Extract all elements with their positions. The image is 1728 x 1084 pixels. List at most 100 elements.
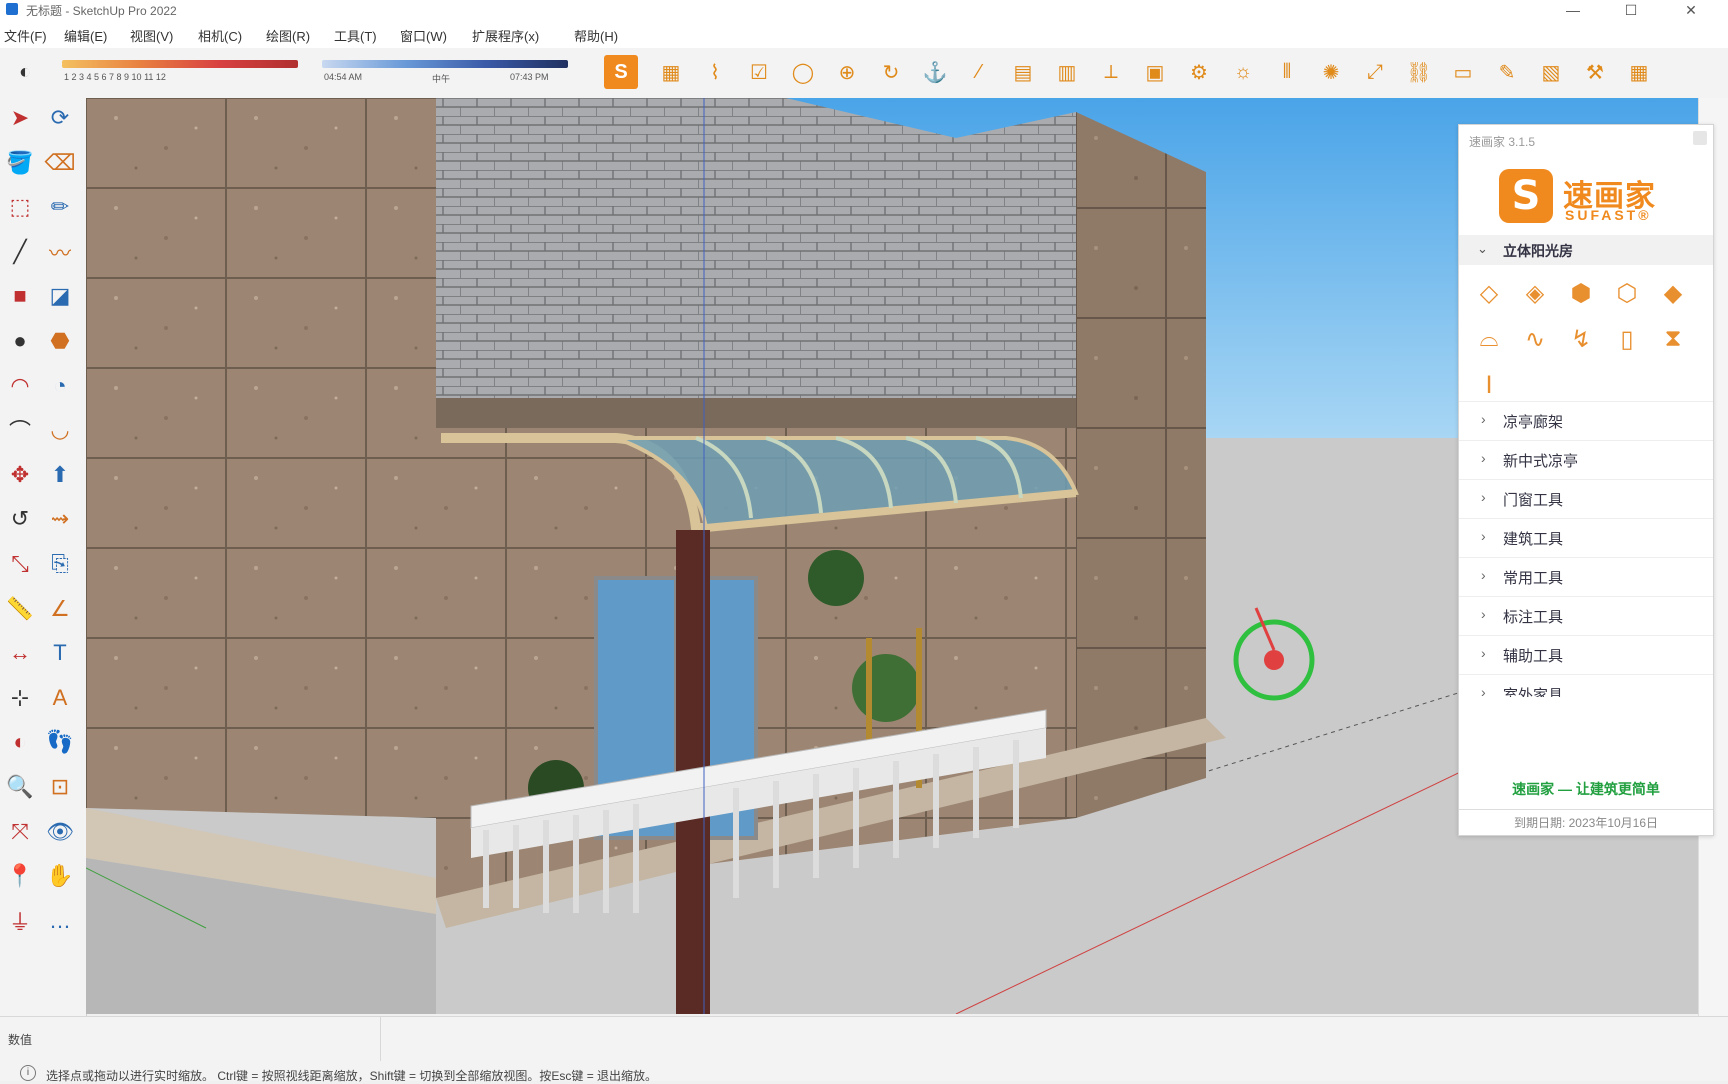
orbit-icon[interactable]: ⟳ xyxy=(42,100,78,136)
panel-item-building[interactable]: › 建筑工具 xyxy=(1459,518,1713,557)
menu-tools[interactable]: 工具(T) xyxy=(334,26,377,45)
look-around-icon[interactable]: 👁 xyxy=(42,814,78,850)
paint-bucket-icon[interactable]: 🪣 xyxy=(2,145,38,181)
3dtext-icon[interactable]: A xyxy=(42,680,78,716)
scale-icon[interactable]: ⤡ xyxy=(2,546,38,582)
footprint-icon[interactable]: ⏚ xyxy=(2,903,38,939)
line-icon[interactable]: ╱ xyxy=(2,234,38,270)
eraser-icon[interactable]: ⌫ xyxy=(42,145,78,181)
text-icon[interactable]: T xyxy=(42,635,78,671)
curve-icon[interactable]: ☑ xyxy=(742,55,776,89)
follow-me-icon[interactable]: ⇝ xyxy=(42,501,78,537)
zoom-icon[interactable]: ↻ xyxy=(874,55,908,89)
roof-curve-icon[interactable]: ⌓ xyxy=(1469,319,1509,359)
menu-window[interactable]: 窗口(W) xyxy=(400,26,447,45)
gear-icon[interactable]: ☼ xyxy=(1226,55,1260,89)
layers-icon[interactable]: ⚒ xyxy=(1578,55,1612,89)
axes-icon[interactable]: ▣ xyxy=(1138,55,1172,89)
circle-icon[interactable]: ⊕ xyxy=(830,55,864,89)
roof-panel-icon[interactable]: ◇ xyxy=(1469,273,1509,313)
select-icon[interactable]: ➤ xyxy=(2,100,38,136)
roof-slope-icon[interactable]: ◈ xyxy=(1515,273,1555,313)
menu-camera[interactable]: 相机(C) xyxy=(198,26,242,45)
roof-flat-icon[interactable]: ⬡ xyxy=(1607,273,1647,313)
push-pull-icon[interactable]: ⬆ xyxy=(42,457,78,493)
rotated-rect-icon[interactable]: ◪ xyxy=(42,278,78,314)
rectangle-icon[interactable]: ■ xyxy=(2,278,38,314)
menu-view[interactable]: 视图(V) xyxy=(130,26,173,45)
menu-extensions[interactable]: 扩展程序(x) xyxy=(472,26,539,45)
roof-corner-icon[interactable]: ◆ xyxy=(1653,273,1693,313)
paint-icon[interactable]: ▧ xyxy=(1534,55,1568,89)
window-icon[interactable]: ⚙ xyxy=(1182,55,1216,89)
component-icon[interactable]: ⬚ xyxy=(2,189,38,225)
sun-icon[interactable]: ⫴ xyxy=(1270,55,1304,89)
check-icon[interactable]: ◯ xyxy=(786,55,820,89)
roof-box-icon[interactable]: ⬢ xyxy=(1561,273,1601,313)
protractor-icon[interactable]: ∠ xyxy=(42,591,78,627)
box-icon[interactable]: ▦ xyxy=(654,55,688,89)
menu-help[interactable]: 帮助(H) xyxy=(574,26,618,45)
panel-item-annotation[interactable]: › 标注工具 xyxy=(1459,596,1713,635)
rotate-icon[interactable]: ⚓ xyxy=(918,55,952,89)
panel-item-outdoor[interactable]: › 室外家具 xyxy=(1459,674,1713,697)
tape-icon[interactable]: 📏 xyxy=(2,591,38,627)
section-icon[interactable]: ⌇ xyxy=(698,55,732,89)
path-icon[interactable]: ▭ xyxy=(1446,55,1480,89)
dimension-icon[interactable]: ↔ xyxy=(2,635,38,671)
minimize-button[interactable]: — xyxy=(1550,0,1596,22)
measurements-box[interactable]: 数值 xyxy=(0,1017,381,1061)
menu-file[interactable]: 文件(F) xyxy=(4,26,47,45)
offset-icon[interactable]: ⎘ xyxy=(42,546,78,582)
zoom-icon[interactable]: 🔍 xyxy=(2,769,38,805)
move-icon[interactable]: ✥ xyxy=(2,457,38,493)
menu-edit[interactable]: 编辑(E) xyxy=(64,26,107,45)
section-plane-icon[interactable]: ◐ xyxy=(2,724,38,760)
position-camera-icon[interactable]: 📍 xyxy=(2,858,38,894)
roof-bend-icon[interactable]: ↯ xyxy=(1561,319,1601,359)
rotate-icon[interactable]: ↺ xyxy=(2,501,38,537)
panel-item-pavilion[interactable]: › 凉亭廊架 xyxy=(1459,401,1713,440)
settings-icon[interactable]: ▦ xyxy=(1622,55,1656,89)
panel-item-chinese-pavilion[interactable]: › 新中式凉亭 xyxy=(1459,440,1713,479)
axes-icon[interactable]: ⊹ xyxy=(2,680,38,716)
zoom-extents-icon[interactable]: ⤧ xyxy=(2,814,38,850)
beam-icon[interactable]: Ⅰ xyxy=(1469,365,1509,405)
pencil-line-icon[interactable]: ▤ xyxy=(1006,55,1040,89)
maximize-button[interactable]: ☐ xyxy=(1608,0,1654,22)
extra-icon[interactable]: … xyxy=(42,903,78,939)
image-icon[interactable]: ✎ xyxy=(1490,55,1524,89)
shadow-toggle-icon[interactable]: ◐ xyxy=(8,55,42,89)
grid-icon[interactable]: ▥ xyxy=(1050,55,1084,89)
arc3-icon[interactable]: ⌒ xyxy=(2,412,38,448)
panel-close-icon[interactable] xyxy=(1693,131,1707,145)
close-button[interactable]: ✕ xyxy=(1668,0,1714,22)
section-sunroom-header[interactable]: ⌄ 立体阳光房 xyxy=(1459,235,1713,265)
light-icon[interactable]: ⤢ xyxy=(1358,55,1392,89)
freehand-icon[interactable]: 〰 xyxy=(42,234,78,270)
anchor-icon[interactable]: ⁄ xyxy=(962,55,996,89)
3d-viewport[interactable] xyxy=(86,98,1698,1014)
polygon-icon[interactable]: ⬣ xyxy=(42,323,78,359)
stair-icon[interactable]: ⟂ xyxy=(1094,55,1128,89)
circle-icon[interactable]: ● xyxy=(2,323,38,359)
info-icon[interactable]: i xyxy=(20,1065,36,1081)
sufast-logo-icon[interactable]: S xyxy=(604,55,638,89)
pillar-icon[interactable]: ▯ xyxy=(1607,319,1647,359)
time-slider[interactable] xyxy=(322,60,568,68)
resize-icon[interactable]: ⛓ xyxy=(1402,55,1436,89)
arc-icon[interactable]: ◠ xyxy=(2,368,38,404)
column-icon[interactable]: ⧗ xyxy=(1653,319,1693,359)
panel-item-door-window[interactable]: › 门窗工具 xyxy=(1459,479,1713,518)
door-icon[interactable]: ✺ xyxy=(1314,55,1348,89)
menu-draw[interactable]: 绘图(R) xyxy=(266,26,310,45)
pencil-icon[interactable]: ✏ xyxy=(42,189,78,225)
roof-wave-icon[interactable]: ∿ xyxy=(1515,319,1555,359)
pan-icon[interactable]: ✋ xyxy=(42,858,78,894)
month-slider[interactable] xyxy=(62,60,298,68)
panel-item-auxiliary[interactable]: › 辅助工具 xyxy=(1459,635,1713,674)
arc-2pt-icon[interactable]: ◡ xyxy=(42,412,78,448)
walk-icon[interactable]: 👣 xyxy=(42,724,78,760)
pie-icon[interactable]: ◔ xyxy=(42,368,78,404)
zoom-window-icon[interactable]: ⊡ xyxy=(42,769,78,805)
